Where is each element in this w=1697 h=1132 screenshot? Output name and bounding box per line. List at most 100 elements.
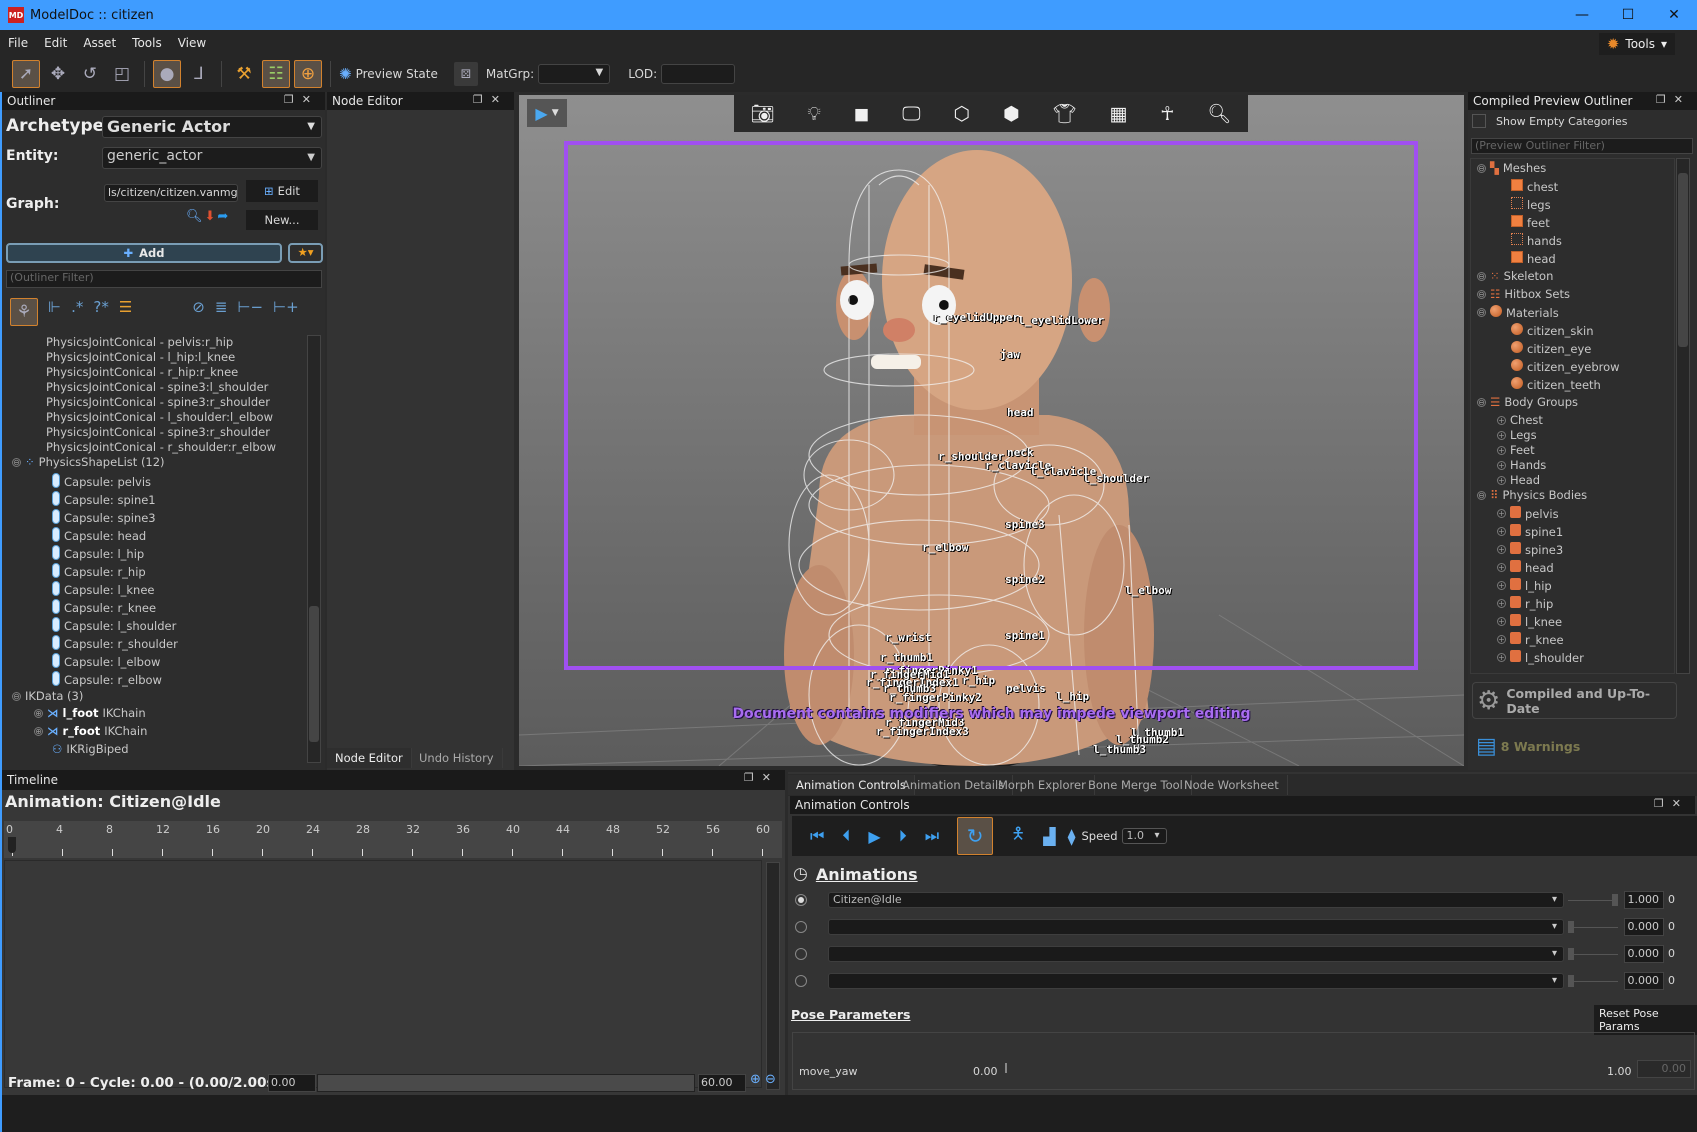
search-icon[interactable]: 🔍︎ — [186, 209, 203, 224]
bone-tree-icon[interactable]: ⊩ — [48, 298, 61, 326]
close-button[interactable]: ✕ — [1651, 0, 1697, 30]
tree-item-ikchain[interactable]: ⊕ ⋊ r_foot IKChain — [34, 724, 147, 738]
expand-icon[interactable]: ⊢+ — [273, 298, 299, 326]
animation-slot-select[interactable] — [828, 919, 1564, 935]
menu-edit[interactable]: Edit — [36, 36, 75, 50]
camera-icon[interactable]: 📷︎ — [750, 102, 774, 125]
tree-item-joint[interactable]: PhysicsJointConical - r_hip:r_knee — [46, 365, 238, 379]
body-group-item[interactable]: + Hands — [1497, 458, 1546, 472]
mesh-item[interactable]: feet — [1511, 215, 1550, 230]
lines-icon[interactable]: ≣ — [215, 298, 228, 326]
tree-item-joint[interactable]: PhysicsJointConical - spine3:r_shoulder — [46, 395, 270, 409]
expand-icon[interactable]: + — [1497, 509, 1506, 518]
tab-node-editor[interactable]: Node Editor — [327, 748, 412, 768]
expand-icon[interactable]: + — [1497, 617, 1506, 626]
weight-slider-handle[interactable] — [1612, 894, 1618, 906]
collapse-icon[interactable]: ⊖ — [1477, 271, 1486, 281]
object-space-icon[interactable]: ● — [153, 60, 181, 88]
mesh-item[interactable]: hands — [1511, 233, 1562, 248]
panel-controls[interactable]: ❐✕ — [1656, 93, 1691, 106]
tree-item-capsule[interactable]: Capsule: r_shoulder — [52, 635, 178, 653]
expand-icon[interactable]: + — [1497, 581, 1506, 590]
zoom-in-icon[interactable]: ⊕ — [750, 1072, 761, 1087]
timeline-ruler[interactable]: 0 4 8 12 16 20 24 28 32 36 40 44 48 52 56 60 — [4, 821, 782, 858]
animation-slot-radio[interactable] — [795, 975, 807, 987]
outliner-scrollbar[interactable] — [307, 335, 321, 763]
mesh-hidden-icon[interactable] — [1511, 197, 1523, 212]
physics-body-item[interactable]: + l_shoulder — [1497, 650, 1584, 665]
physics-body-item[interactable]: + pelvis — [1497, 506, 1559, 521]
tree-item-capsule[interactable]: Capsule: head — [52, 527, 146, 545]
shapes-icon[interactable]: ⬢ — [1003, 103, 1020, 125]
weight-input[interactable]: 0.000 — [1624, 972, 1664, 990]
tree-item-joint[interactable]: PhysicsJointConical - r_shoulder:r_elbow — [46, 440, 276, 454]
wireframe-cube-icon[interactable]: ⬡ — [953, 103, 970, 125]
expand-icon[interactable]: + — [1497, 599, 1506, 608]
tree-item-joint[interactable]: PhysicsJointConical - spine3:r_shoulder — [46, 425, 270, 439]
collapse-icon[interactable]: ⊖ — [12, 457, 21, 467]
tree-item-capsule[interactable]: Capsule: spine1 — [52, 491, 156, 509]
local-axis-icon[interactable]: ⅃ — [185, 60, 213, 88]
tree-item-capsule[interactable]: Capsule: spine3 — [52, 509, 156, 527]
physics-body-item[interactable]: + l_hip — [1497, 578, 1552, 593]
lod-input[interactable] — [661, 64, 736, 84]
new-graph-button[interactable]: New... — [246, 210, 318, 230]
grid-icon[interactable]: ▦ — [1109, 103, 1127, 125]
favorites-button[interactable]: ★▾ — [288, 243, 323, 263]
archetype-select[interactable]: Generic Actor ▼ — [102, 116, 322, 138]
expand-icon[interactable]: + — [1497, 563, 1506, 572]
shirt-icon[interactable]: 👕︎ — [1052, 102, 1076, 125]
expand-icon[interactable]: + — [1497, 653, 1506, 662]
physics-body-item[interactable]: + spine3 — [1497, 542, 1563, 557]
tree-category[interactable]: ⊖ ▚ Meshes — [1477, 161, 1546, 175]
menu-tools[interactable]: Tools — [124, 36, 170, 50]
loop-icon[interactable]: ↻ — [957, 817, 994, 855]
menu-view[interactable]: View — [170, 36, 214, 50]
weight-slider-handle[interactable] — [1568, 921, 1574, 933]
collapse-icon[interactable]: ⊢− — [237, 298, 263, 326]
expand-icon[interactable]: + — [1497, 415, 1506, 425]
play-dropdown-button[interactable]: ▶ ▼ — [527, 99, 567, 127]
zoom-out-icon[interactable]: ⊖ — [765, 1072, 776, 1087]
material-item[interactable]: citizen_skin — [1511, 323, 1594, 338]
no-filter-icon[interactable]: ⊘ — [192, 298, 205, 326]
expand-icon[interactable]: ⊕ — [34, 726, 43, 736]
graph-icon[interactable]: ☷ — [262, 60, 290, 88]
step-back-icon[interactable]: ⏴ — [842, 826, 850, 846]
material-item[interactable]: citizen_eye — [1511, 341, 1591, 356]
scale-tool-icon[interactable]: ◰ — [108, 60, 136, 88]
expand-icon[interactable]: + — [1497, 545, 1506, 554]
step-forward-icon[interactable]: ⏵ — [899, 826, 907, 846]
skip-end-icon[interactable]: ⏭ — [925, 826, 939, 846]
range-scrollbar[interactable] — [317, 1074, 695, 1092]
mesh-item[interactable]: head — [1511, 251, 1556, 266]
preview-filter-input[interactable]: (Preview Outliner Filter) — [1471, 138, 1693, 154]
panel-controls[interactable]: ❐✕ — [473, 93, 508, 106]
weight-slider-track[interactable] — [1568, 900, 1618, 901]
tree-category[interactable]: ⊖ ☷ Hitbox Sets — [1477, 287, 1570, 301]
matgrp-select[interactable]: ▼ — [538, 64, 611, 84]
tree-item-capsule[interactable]: Capsule: pelvis — [52, 473, 151, 491]
maximize-button[interactable]: ☐ — [1605, 0, 1651, 30]
tree-item-joint[interactable]: PhysicsJointConical - l_hip:l_knee — [46, 350, 235, 364]
tree-item-joint[interactable]: PhysicsJointConical - l_shoulder:l_elbow — [46, 410, 273, 424]
menu-asset[interactable]: Asset — [75, 36, 124, 50]
tree-item-capsule[interactable]: Capsule: l_knee — [52, 581, 155, 599]
animations-heading[interactable]: Animations — [816, 865, 918, 884]
tree-item-ikdata[interactable]: ⊖ IKData (3) — [12, 689, 83, 703]
mesh-visible-icon[interactable] — [1511, 179, 1523, 194]
select-tool-icon[interactable]: ➚ — [12, 60, 40, 88]
tree-item-ikrig[interactable]: ⚇ IKRigBiped — [52, 742, 129, 756]
body-group-item[interactable]: + Feet — [1497, 443, 1535, 457]
physics-icon[interactable]: ⚒ — [230, 60, 258, 88]
minimize-button[interactable]: — — [1559, 0, 1605, 30]
tree-item-joint[interactable]: PhysicsJointConical - pelvis:r_hip — [46, 335, 233, 349]
mesh-visible-icon[interactable] — [1511, 251, 1523, 266]
panel-controls[interactable]: ❐✕ — [1654, 797, 1689, 810]
physics-body-item[interactable]: + r_knee — [1497, 632, 1564, 647]
weight-slider-track[interactable] — [1568, 927, 1618, 928]
graph-path-input[interactable]: ls/citizen/citizen.vanmgrph — [104, 184, 238, 202]
skip-start-icon[interactable]: ⏮ — [810, 826, 824, 846]
range-end-input[interactable]: 60.00 — [698, 1074, 746, 1092]
expand-icon[interactable]: + — [1497, 635, 1506, 644]
